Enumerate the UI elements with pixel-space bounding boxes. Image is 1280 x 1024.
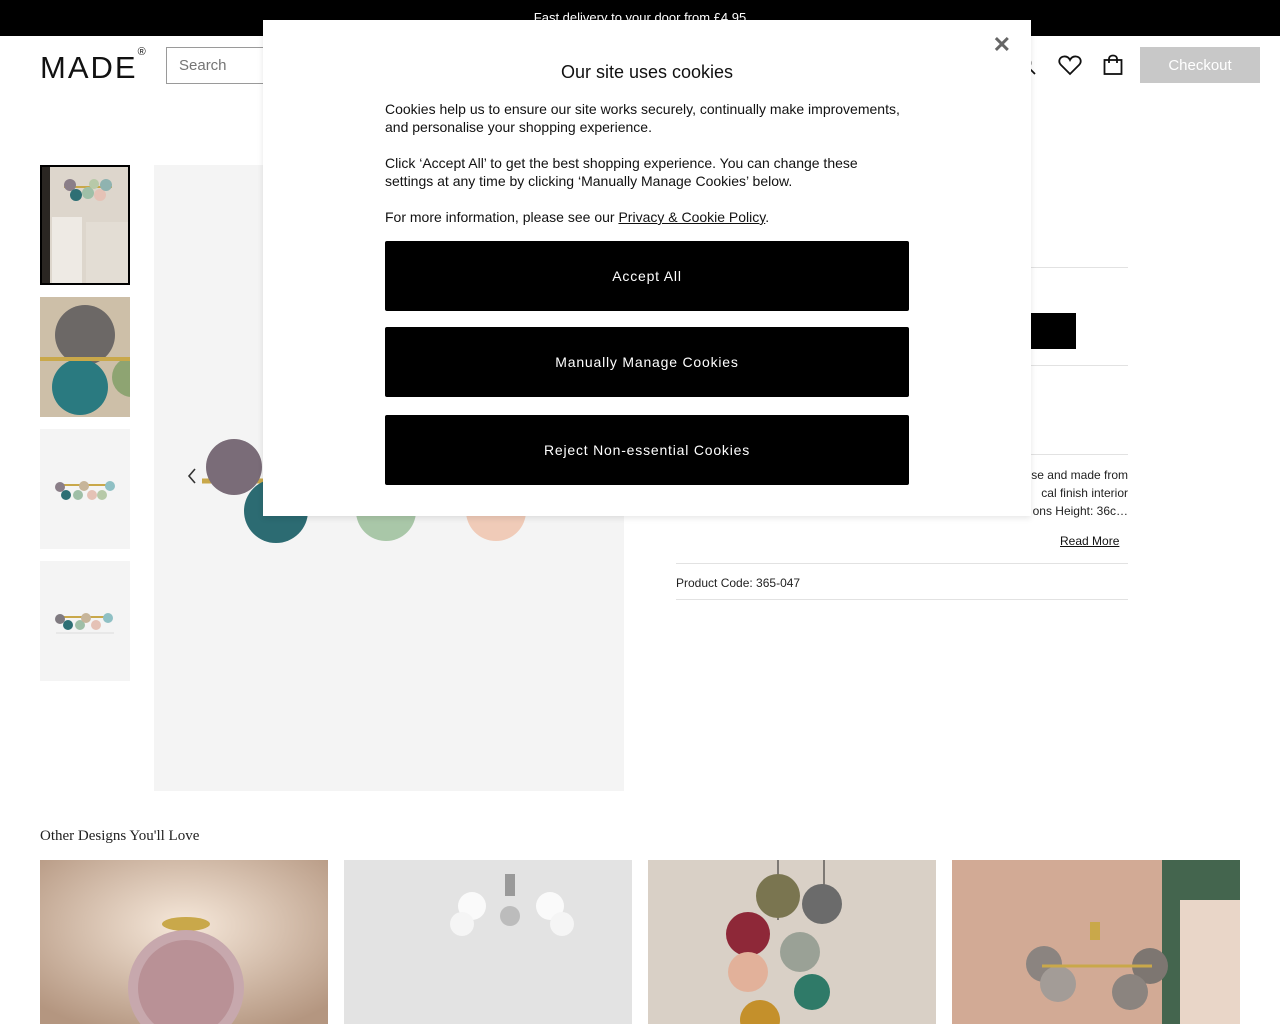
bag-icon[interactable] [1099, 51, 1127, 79]
privacy-policy-link[interactable]: Privacy & Cookie Policy [618, 209, 765, 225]
cookie-consent-modal: ✕ Our site uses cookies Cookies help us … [263, 20, 1031, 516]
checkout-button[interactable]: Checkout [1140, 47, 1260, 83]
cookie-modal-body: Cookies help us to ensure our site works… [385, 100, 909, 244]
read-more-link[interactable]: Read More [1060, 534, 1119, 548]
cookie-paragraph-1: Cookies help us to ensure our site works… [385, 101, 900, 135]
product-thumbnail-1[interactable] [40, 165, 130, 285]
product-code: Product Code: 365-047 [676, 576, 801, 590]
logo-text: MADE [40, 50, 138, 85]
product-thumbnail-2[interactable] [40, 297, 130, 417]
divider [676, 599, 1128, 600]
manage-cookies-button[interactable]: Manually Manage Cookies [385, 327, 909, 397]
product-thumbnail-4[interactable] [40, 561, 130, 681]
cookie-paragraph-3-text: For more information, please see our [385, 209, 619, 225]
add-to-basket-button[interactable] [1031, 313, 1076, 349]
divider [676, 563, 1128, 564]
product-thumbnail-3[interactable] [40, 429, 130, 549]
cookie-paragraph-2: Click ‘Accept All’ to get the best shopp… [385, 155, 858, 189]
recommendation-card-1[interactable] [40, 860, 328, 1024]
accept-all-button[interactable]: Accept All [385, 241, 909, 311]
logo-registered-mark: ® [137, 45, 146, 58]
recommendation-card-2[interactable] [344, 860, 632, 1024]
heart-icon[interactable] [1056, 51, 1084, 79]
close-icon[interactable]: ✕ [993, 32, 1011, 58]
recommendations-title: Other Designs You'll Love [40, 828, 200, 844]
cookie-paragraph-3: For more information, please see our Pri… [385, 208, 909, 226]
recommendation-card-4[interactable] [952, 860, 1240, 1024]
cookie-modal-title: Our site uses cookies [560, 62, 734, 82]
site-logo[interactable]: MADE® [40, 46, 146, 86]
reject-cookies-button[interactable]: Reject Non-essential Cookies [385, 415, 909, 485]
chevron-left-icon[interactable] [186, 467, 198, 491]
cookie-paragraph-3-end: . [765, 209, 770, 225]
recommendation-card-3[interactable] [648, 860, 936, 1024]
